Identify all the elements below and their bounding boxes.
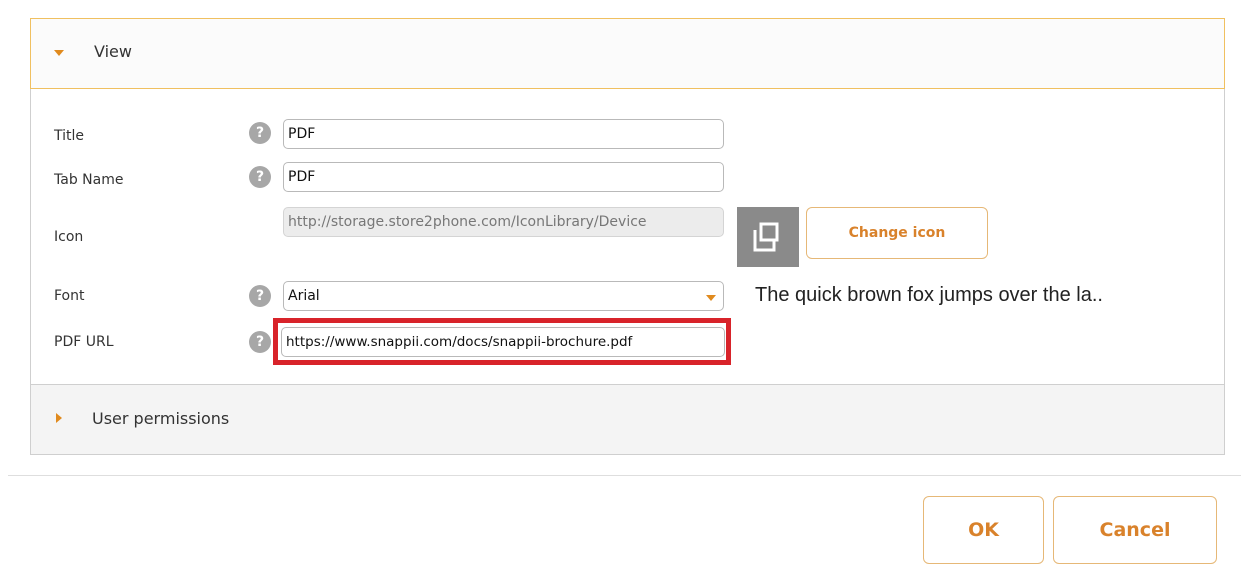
ok-button[interactable]: OK: [923, 496, 1044, 564]
caret-down-icon: [54, 50, 64, 56]
view-section-title: View: [94, 42, 132, 61]
tab-settings-dialog: View Title ? PDF Tab Name ? PDF Icon htt…: [0, 0, 1249, 588]
title-label: Title: [54, 128, 85, 144]
icon-url-field: http://storage.store2phone.com/IconLibra…: [283, 207, 724, 237]
font-preview-text: The quick brown fox jumps over the la..: [755, 284, 1103, 306]
help-icon[interactable]: ?: [249, 122, 271, 144]
help-icon[interactable]: ?: [249, 331, 271, 353]
font-select-value: Arial: [288, 288, 320, 304]
pdf-url-label: PDF URL: [54, 334, 114, 350]
font-select[interactable]: Arial: [283, 281, 724, 311]
change-icon-button[interactable]: Change icon: [806, 207, 988, 259]
font-label: Font: [54, 288, 85, 304]
highlight-frame: [273, 318, 731, 365]
help-icon[interactable]: ?: [249, 166, 271, 188]
icon-label: Icon: [54, 229, 84, 245]
title-input[interactable]: PDF: [283, 119, 724, 149]
tab-icon: [737, 207, 799, 267]
footer-divider: [8, 475, 1241, 476]
tab-name-label: Tab Name: [54, 172, 124, 188]
view-section-header[interactable]: View: [30, 18, 1225, 89]
tab-name-input[interactable]: PDF: [283, 162, 724, 192]
chevron-down-icon: [706, 295, 716, 301]
user-permissions-section-header[interactable]: User permissions: [30, 384, 1225, 455]
user-permissions-section-title: User permissions: [92, 409, 230, 428]
help-icon[interactable]: ?: [249, 285, 271, 307]
caret-right-icon: [56, 413, 62, 423]
cancel-button[interactable]: Cancel: [1053, 496, 1217, 564]
